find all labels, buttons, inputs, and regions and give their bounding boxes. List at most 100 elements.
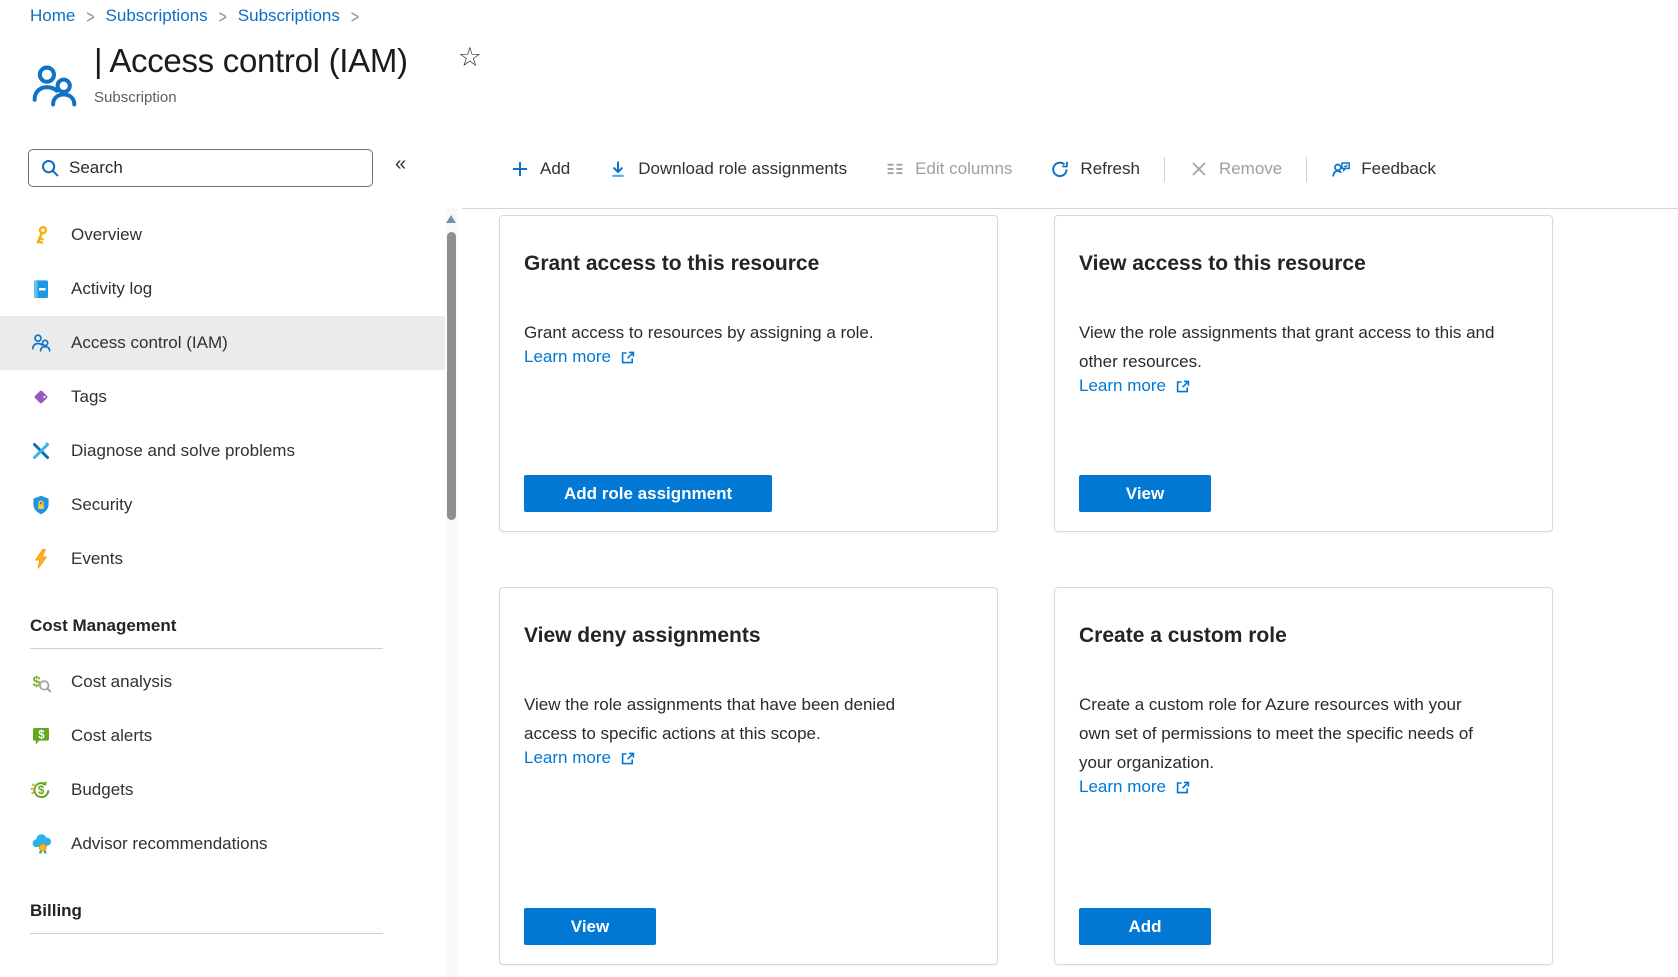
divider: [30, 648, 383, 649]
tag-icon: [30, 386, 52, 408]
card-view-access: View access to this resource View the ro…: [1054, 215, 1553, 532]
sidebar-item-activity-log[interactable]: Activity log: [0, 262, 445, 316]
sidebar-item-tags[interactable]: Tags: [0, 370, 445, 424]
card-title: Grant access to this resource: [524, 252, 973, 276]
crossed-tools-icon: [30, 440, 52, 462]
toolbar-separator: [1164, 157, 1165, 182]
breadcrumb-link-subscriptions[interactable]: Subscriptions: [106, 6, 208, 26]
dollar-bubble-icon: $: [30, 725, 52, 747]
download-icon: [608, 159, 628, 179]
sidebar-item-label: Budgets: [71, 780, 133, 800]
learn-more-label: Learn more: [524, 748, 611, 768]
toolbar-label: Feedback: [1361, 159, 1436, 179]
x-icon: [1189, 159, 1209, 179]
add-role-assignment-button[interactable]: Add role assignment: [524, 475, 772, 512]
external-link-icon: [619, 750, 636, 767]
svg-text:$: $: [38, 730, 45, 742]
lightning-icon: [30, 548, 52, 570]
page-subtitle: Subscription: [94, 89, 482, 106]
sidebar-item-label: Security: [71, 495, 132, 515]
breadcrumb-link-home[interactable]: Home: [30, 6, 75, 26]
sidebar-item-events[interactable]: Events: [0, 532, 445, 586]
refresh-icon: [1050, 159, 1070, 179]
sidebar-item-label: Access control (IAM): [71, 333, 228, 353]
sidebar-item-label: Tags: [71, 387, 107, 407]
breadcrumb-link-subscriptions-2[interactable]: Subscriptions: [238, 6, 340, 26]
learn-more-label: Learn more: [1079, 376, 1166, 396]
download-role-assignments-button[interactable]: Download role assignments: [589, 159, 866, 179]
card-grant-access: Grant access to this resource Grant acce…: [499, 215, 998, 532]
sidebar-menu: Overview Activity log Access control (IA…: [0, 208, 445, 940]
sidebar-item-overview[interactable]: Overview: [0, 208, 445, 262]
learn-more-link[interactable]: Learn more: [524, 347, 636, 367]
section-header-cost-management: Cost Management: [0, 586, 445, 636]
card-title: View deny assignments: [524, 624, 973, 648]
add-button[interactable]: Add: [491, 159, 589, 179]
search-input[interactable]: [69, 158, 361, 178]
card-title: Create a custom role: [1079, 624, 1528, 648]
sidebar-item-label: Cost alerts: [71, 726, 152, 746]
sidebar: « Overview: [0, 140, 458, 977]
shield-lock-icon: [30, 494, 52, 516]
page-header: | Access control (IAM) ☆ Subscription: [28, 42, 482, 112]
divider: [462, 208, 1678, 209]
card-view-deny-assignments: View deny assignments View the role assi…: [499, 587, 998, 965]
search-icon: [40, 158, 60, 178]
sidebar-item-cost-analysis[interactable]: $ Cost analysis: [0, 655, 445, 709]
svg-text:$: $: [38, 785, 45, 797]
toolbar-label: Add: [540, 159, 570, 179]
divider: [30, 933, 383, 934]
refresh-button[interactable]: Refresh: [1031, 159, 1159, 179]
card-description: View the role assignments that grant acc…: [1079, 318, 1497, 376]
star-icon[interactable]: ☆: [458, 42, 482, 73]
book-icon: [30, 278, 52, 300]
cloud-medal-icon: [30, 833, 52, 855]
toolbar-label: Download role assignments: [638, 159, 847, 179]
learn-more-label: Learn more: [524, 347, 611, 367]
collapse-sidebar-icon[interactable]: «: [395, 153, 406, 176]
sidebar-item-label: Cost analysis: [71, 672, 172, 692]
scroll-up-arrow-icon[interactable]: [446, 215, 456, 223]
edit-columns-button[interactable]: Edit columns: [866, 159, 1031, 179]
learn-more-link[interactable]: Learn more: [1079, 376, 1191, 396]
feedback-icon: [1331, 159, 1351, 179]
view-deny-assignments-button[interactable]: View: [524, 908, 656, 945]
card-create-custom-role: Create a custom role Create a custom rol…: [1054, 587, 1553, 965]
external-link-icon: [1174, 378, 1191, 395]
toolbar-label: Refresh: [1080, 159, 1140, 179]
command-bar: Add Download role assignments Edit colum…: [458, 148, 1678, 190]
chevron-right-icon: >: [351, 5, 359, 27]
sidebar-item-access-control-iam[interactable]: Access control (IAM): [0, 316, 445, 370]
learn-more-link[interactable]: Learn more: [524, 748, 636, 768]
toolbar-separator: [1306, 157, 1307, 182]
chevron-right-icon: >: [86, 5, 94, 27]
feedback-button[interactable]: Feedback: [1312, 159, 1455, 179]
sidebar-item-label: Events: [71, 549, 123, 569]
sidebar-scrollbar: [446, 208, 457, 977]
sidebar-search: [28, 149, 373, 187]
learn-more-label: Learn more: [1079, 777, 1166, 797]
sidebar-item-budgets[interactable]: $ Budgets: [0, 763, 445, 817]
sidebar-item-label: Advisor recommendations: [71, 834, 268, 854]
dollar-magnifier-icon: $: [30, 671, 52, 693]
add-custom-role-button[interactable]: Add: [1079, 908, 1211, 945]
sidebar-item-advisor-recommendations[interactable]: Advisor recommendations: [0, 817, 445, 871]
chevron-right-icon: >: [219, 5, 227, 27]
toolbar-label: Edit columns: [915, 159, 1012, 179]
columns-icon: [885, 159, 905, 179]
external-link-icon: [619, 349, 636, 366]
sidebar-item-security[interactable]: Security: [0, 478, 445, 532]
people-icon: [28, 60, 80, 112]
plus-icon: [510, 159, 530, 179]
card-description: Create a custom role for Azure resources…: [1079, 690, 1497, 777]
sidebar-item-cost-alerts[interactable]: $ Cost alerts: [0, 709, 445, 763]
breadcrumb: Home > Subscriptions > Subscriptions >: [30, 6, 359, 26]
scrollbar-thumb[interactable]: [447, 232, 456, 520]
remove-button[interactable]: Remove: [1170, 159, 1301, 179]
view-access-button[interactable]: View: [1079, 475, 1211, 512]
sidebar-item-diagnose-and-solve-problems[interactable]: Diagnose and solve problems: [0, 424, 445, 478]
card-description: View the role assignments that have been…: [524, 690, 942, 748]
learn-more-link[interactable]: Learn more: [1079, 777, 1191, 797]
card-title: View access to this resource: [1079, 252, 1528, 276]
key-icon: [30, 224, 52, 246]
